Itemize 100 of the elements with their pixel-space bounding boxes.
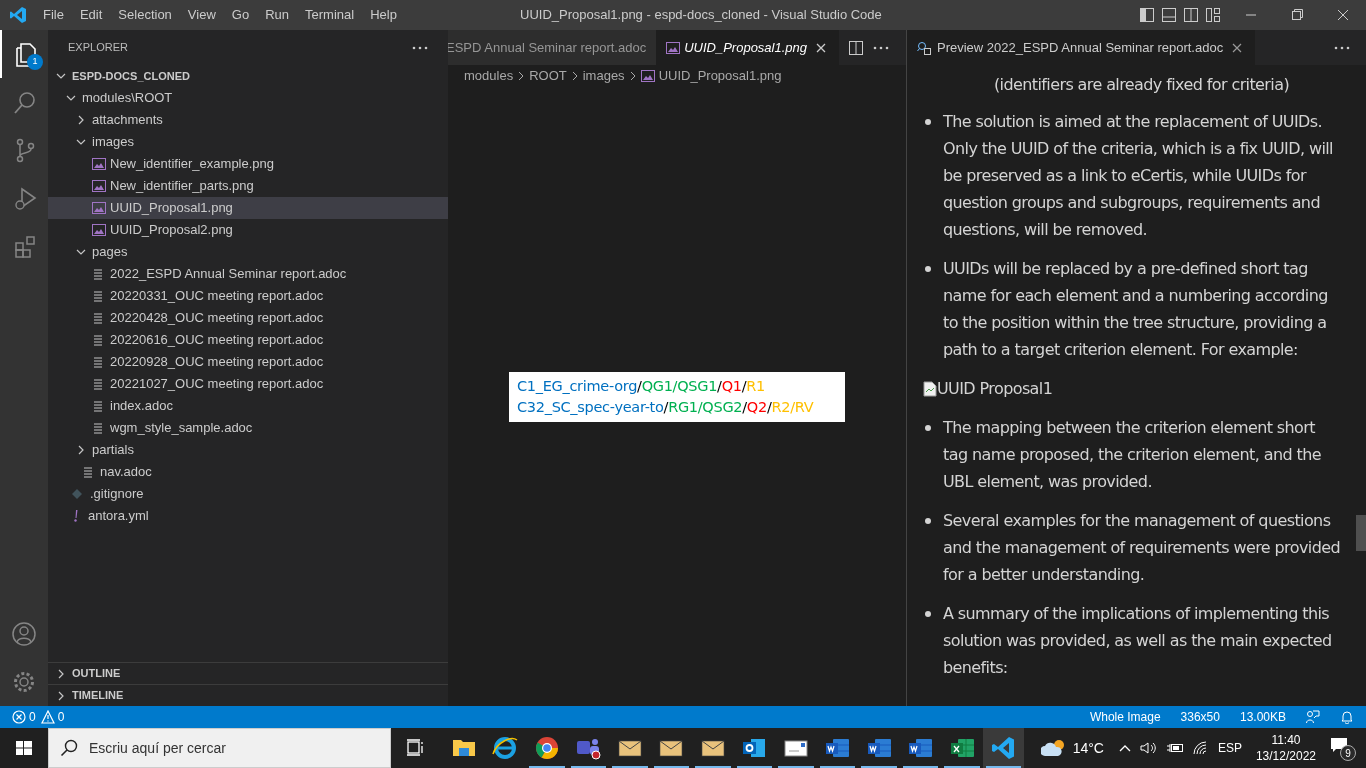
image-text: C1_EG_crime-org	[517, 377, 638, 394]
image-file-icon	[666, 41, 681, 54]
image-file-icon	[92, 202, 106, 214]
window-title: UUID_Proposal1.png - espd-docs_cloned - Visual Studio Code	[520, 6, 882, 25]
tree-item[interactable]: UUID_Proposal1.png	[48, 197, 448, 219]
status-item[interactable]: 336x50	[1180, 708, 1220, 726]
image-text: /	[637, 377, 642, 394]
lines-file-icon	[92, 422, 104, 434]
extensions-icon[interactable]	[12, 233, 38, 259]
chevron-down-icon[interactable]	[66, 93, 76, 103]
broken-image-icon	[923, 380, 937, 397]
clock-date[interactable]: 13/12/2022	[1255, 748, 1316, 764]
error-count[interactable]: 0	[29, 708, 36, 726]
menu-item[interactable]: Edit	[71, 5, 111, 25]
preview-tab[interactable]: Preview 2022_ESPD Annual Seminar report.adoc	[907, 30, 1256, 65]
chevron-right-icon[interactable]	[56, 690, 66, 701]
chevron-down-icon[interactable]	[56, 71, 66, 81]
split-editor-icon[interactable]	[849, 40, 864, 55]
search-icon[interactable]	[12, 89, 38, 115]
menu-item[interactable]: Go	[223, 5, 258, 25]
image-text: /	[663, 398, 669, 415]
toggle-sidebar-icon[interactable]	[1140, 8, 1154, 22]
image-text: /	[741, 377, 747, 394]
menu-item[interactable]: File	[35, 5, 72, 25]
clock-time[interactable]: 11:40	[1271, 732, 1301, 748]
error-icon[interactable]	[12, 710, 26, 724]
weather-temperature[interactable]: 14°C	[1072, 737, 1104, 759]
image-file-icon	[92, 180, 106, 192]
sidebar-title: EXPLORER	[68, 40, 128, 56]
battery-plug-icon[interactable]	[1165, 741, 1184, 755]
image-text: Q2	[746, 398, 767, 415]
editor-tab[interactable]: UUID_Proposal1.png	[656, 30, 840, 65]
status-item[interactable]: 13.00KB	[1239, 708, 1286, 726]
chevron-down-icon[interactable]	[76, 247, 86, 257]
cloudy-weather-icon[interactable]	[1040, 738, 1067, 758]
image-file-icon	[640, 70, 655, 82]
language-indicator[interactable]: ESP	[1217, 739, 1242, 757]
chevron-right-icon[interactable]	[76, 115, 86, 125]
diamond-icon	[72, 489, 82, 499]
bullet-icon	[925, 266, 931, 272]
code-editor-icon[interactable]	[982, 728, 1024, 768]
bullet-icon	[925, 611, 931, 617]
paragraph: UUIDs will be replaced by a pre-defined short tag name for each element and a numbering according to the position within the tree structure, providing a path to a target criterion element. For example:	[943, 258, 1329, 361]
toggle-panel-icon[interactable]	[1162, 8, 1176, 22]
bullet-icon	[925, 518, 931, 524]
image-file-icon	[92, 224, 106, 236]
section-header[interactable]: OUTLINE	[48, 662, 448, 684]
more-actions-icon[interactable]	[873, 45, 890, 50]
feedback-icon[interactable]	[1306, 710, 1320, 724]
breadcrumb-item[interactable]: images	[582, 66, 625, 86]
vscode-logo-icon[interactable]	[9, 6, 27, 24]
menu-item[interactable]: Run	[257, 5, 297, 25]
paragraph: The mapping between the criterion element short tag name proposed, the criterion element, and the UBL element, was provided.	[943, 417, 1322, 493]
chevron-right-icon[interactable]	[76, 445, 86, 455]
menu-item[interactable]: Terminal	[297, 5, 363, 25]
bullet-icon	[925, 425, 931, 431]
notification-badge: 1	[27, 54, 43, 70]
breadcrumb-item[interactable]: modules	[464, 66, 514, 86]
image-text: QG1/QSG1	[641, 377, 718, 394]
paragraph: (identifiers are already fixed for criteria)	[992, 74, 1291, 96]
lines-file-icon	[92, 356, 104, 368]
warning-icon[interactable]	[40, 710, 55, 724]
bell-icon[interactable]	[1340, 710, 1354, 724]
breadcrumb-item[interactable]: UUID_Proposal1.png	[658, 66, 782, 86]
lines-file-icon	[92, 268, 104, 280]
chevron-right-icon[interactable]	[56, 668, 66, 679]
image-text: /	[766, 398, 772, 415]
preview-icon	[917, 40, 931, 55]
image-text: C32_SC_spec-year-to	[517, 398, 664, 415]
paragraph: The solution is aimed at the replacement of UUIDs. Only the UUID of the criteria, which is a fix UUID, will be preserved as a link to eCertis, while UUIDs for question groups and subgroups, requirements and questions, will be removed.	[943, 111, 1334, 241]
more-actions-icon[interactable]	[1334, 45, 1350, 50]
paragraph: A summary of the implications of implementing this solution was provided, as well as the main expected benefits:	[943, 603, 1333, 679]
status-item[interactable]: Whole Image	[1089, 708, 1161, 726]
paragraph: Several examples for the management of questions and the management of requirements were provided for a better understanding.	[943, 510, 1341, 586]
menu-item[interactable]: Help	[362, 5, 405, 25]
lines-file-icon	[92, 290, 104, 302]
chevron-down-icon[interactable]	[76, 137, 86, 147]
lines-file-icon	[92, 400, 104, 412]
toggle-secondary-sidebar-icon[interactable]	[1184, 8, 1198, 22]
image-alt-text: UUID Proposal1	[937, 378, 1053, 400]
wifi-icon[interactable]	[1191, 741, 1208, 755]
lines-file-icon	[82, 466, 94, 478]
menu-item[interactable]: View	[179, 5, 224, 25]
image-text: R1	[746, 377, 766, 394]
search-field[interactable]: Escriu aquí per cercar	[48, 728, 391, 768]
layout-icon[interactable]	[1206, 8, 1220, 22]
image-text: RG1/QSG2	[668, 398, 743, 415]
image-text: /	[742, 398, 747, 415]
scrollbar-thumb[interactable]	[1356, 515, 1366, 551]
bullet-icon	[925, 119, 931, 125]
image-file-icon	[92, 158, 106, 170]
breadcrumb-item[interactable]: ROOT	[529, 66, 567, 86]
more-actions-icon[interactable]	[412, 45, 428, 50]
run-debug-icon[interactable]	[12, 185, 38, 211]
lines-file-icon	[92, 378, 104, 390]
menu-item[interactable]: Selection	[110, 5, 180, 25]
warning-count[interactable]: 0	[57, 708, 65, 726]
speaker-icon[interactable]	[1139, 741, 1158, 755]
notification-count: 9	[1340, 745, 1356, 761]
exclamation-icon	[72, 510, 80, 522]
